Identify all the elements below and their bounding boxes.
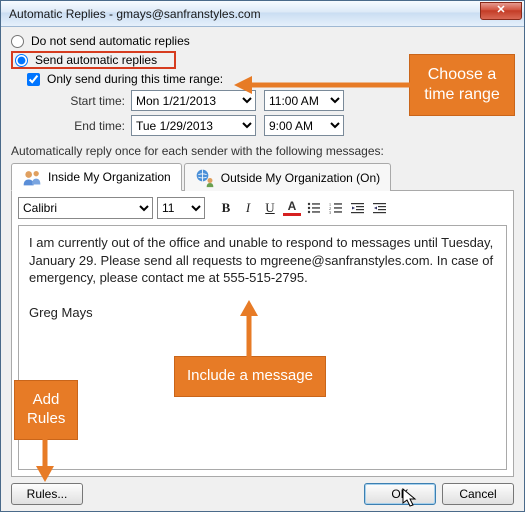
- people-icon: [22, 167, 42, 187]
- ok-button[interactable]: OK: [364, 483, 436, 505]
- checkbox-time-range[interactable]: Only send during this time range:: [27, 72, 514, 86]
- tab-inside-org[interactable]: Inside My Organization: [11, 163, 182, 191]
- radio-dont-send-input[interactable]: [11, 35, 24, 48]
- dialog-content: Do not send automatic replies Send autom…: [1, 27, 524, 511]
- bold-button[interactable]: B: [217, 199, 235, 217]
- message-body: I am currently out of the office and una…: [29, 234, 496, 287]
- globe-people-icon: [195, 168, 215, 188]
- font-color-button[interactable]: A: [283, 200, 301, 216]
- titlebar: Automatic Replies - gmays@sanfranstyles.…: [1, 1, 524, 27]
- cancel-button[interactable]: Cancel: [442, 483, 514, 505]
- start-time-label: Start time:: [55, 94, 125, 108]
- svg-text:3: 3: [329, 210, 331, 214]
- font-size-select[interactable]: 11: [157, 197, 205, 219]
- radio-dont-send-label: Do not send automatic replies: [31, 34, 190, 48]
- decrease-indent-button[interactable]: [349, 199, 367, 217]
- close-icon: ✕: [496, 4, 505, 16]
- numbered-list-button[interactable]: 123: [327, 199, 345, 217]
- message-editor[interactable]: I am currently out of the office and una…: [18, 225, 507, 470]
- end-date-select[interactable]: Tue 1/29/2013: [131, 115, 256, 136]
- button-row: Rules... OK Cancel: [11, 483, 514, 505]
- radio-send[interactable]: Send automatic replies: [15, 53, 157, 67]
- start-time-select[interactable]: 11:00 AM: [264, 90, 344, 111]
- end-time-row: End time: Tue 1/29/2013 9:00 AM: [55, 115, 514, 136]
- editor-container: Calibri 11 B I U A 123: [11, 191, 514, 477]
- reply-instructions-label: Automatically reply once for each sender…: [11, 144, 514, 158]
- font-family-select[interactable]: Calibri: [18, 197, 153, 219]
- italic-button[interactable]: I: [239, 199, 257, 217]
- radio-send-label: Send automatic replies: [35, 53, 157, 67]
- radio-send-input[interactable]: [15, 54, 28, 67]
- underline-button[interactable]: U: [261, 199, 279, 217]
- right-buttons: OK Cancel: [364, 483, 514, 505]
- time-grid: Start time: Mon 1/21/2013 11:00 AM End t…: [55, 90, 514, 136]
- close-button[interactable]: ✕: [480, 2, 522, 20]
- checkbox-time-range-label: Only send during this time range:: [47, 72, 223, 86]
- message-signoff: Greg Mays: [29, 304, 496, 322]
- radio-dont-send[interactable]: Do not send automatic replies: [11, 34, 514, 48]
- time-range-block: Only send during this time range: Start …: [27, 72, 514, 140]
- end-time-label: End time:: [55, 119, 125, 133]
- bullet-list-button[interactable]: [305, 199, 323, 217]
- automatic-replies-dialog: Automatic Replies - gmays@sanfranstyles.…: [0, 0, 525, 512]
- increase-indent-button[interactable]: [371, 199, 389, 217]
- start-time-row: Start time: Mon 1/21/2013 11:00 AM: [55, 90, 514, 111]
- tabs: Inside My Organization Outside My Organi…: [11, 162, 514, 191]
- format-toolbar: Calibri 11 B I U A 123: [18, 197, 507, 219]
- checkbox-time-range-input[interactable]: [27, 73, 40, 86]
- tab-outside-org[interactable]: Outside My Organization (On): [184, 163, 391, 191]
- end-time-select[interactable]: 9:00 AM: [264, 115, 344, 136]
- start-date-select[interactable]: Mon 1/21/2013: [131, 90, 256, 111]
- highlight-send-radio: Send automatic replies: [11, 51, 176, 69]
- rules-button[interactable]: Rules...: [11, 483, 83, 505]
- tab-inside-label: Inside My Organization: [48, 170, 171, 184]
- window-title: Automatic Replies - gmays@sanfranstyles.…: [9, 7, 261, 21]
- tab-outside-label: Outside My Organization (On): [221, 171, 380, 185]
